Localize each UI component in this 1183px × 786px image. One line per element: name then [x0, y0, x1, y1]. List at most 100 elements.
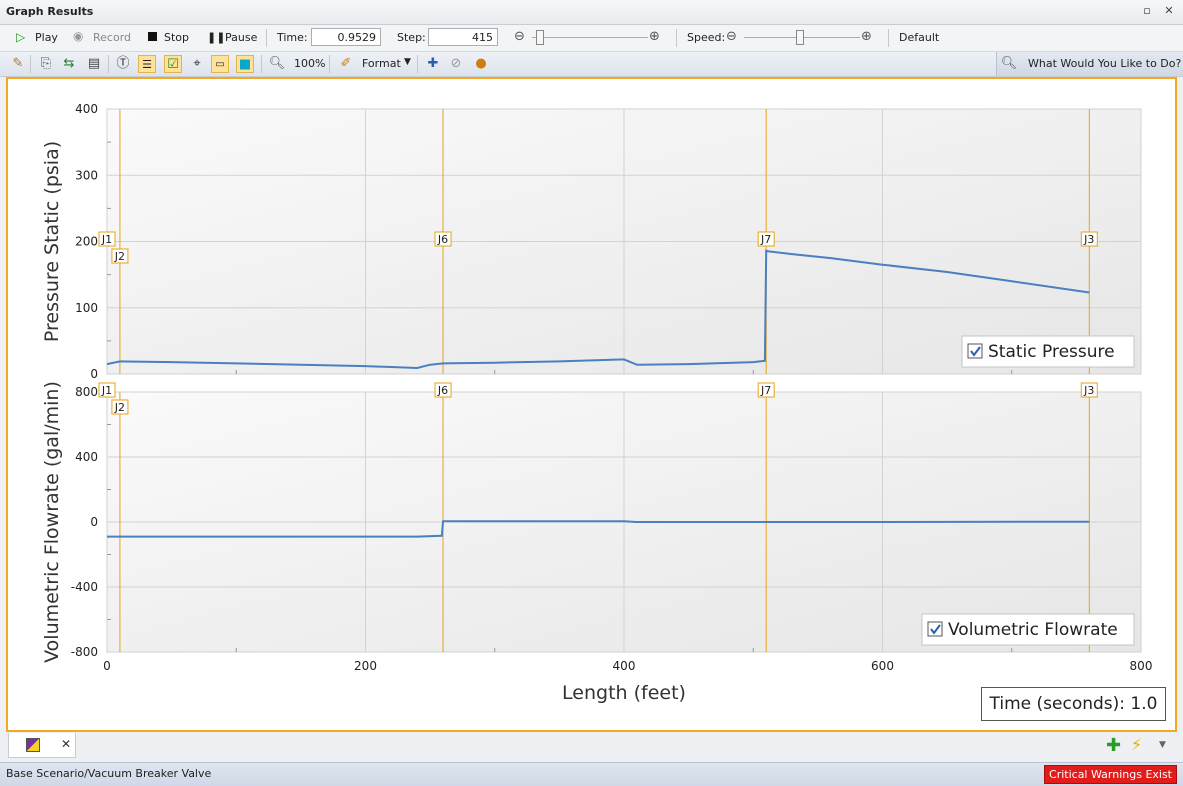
time-field[interactable]: 0.9529 — [311, 28, 381, 46]
checkbox-icon[interactable]: ☑ — [164, 55, 182, 73]
pause-button[interactable]: Pause — [225, 31, 257, 44]
separator — [108, 55, 109, 73]
add-item-icon[interactable]: ✚ — [424, 55, 442, 73]
stop-button[interactable]: Stop — [164, 31, 189, 44]
text-icon[interactable]: Ⓣ — [114, 55, 132, 73]
legend-checkbox — [927, 621, 943, 637]
separator — [676, 29, 677, 47]
separator — [266, 29, 267, 47]
x-tick-label: 800 — [1130, 659, 1153, 673]
legend-checkbox — [967, 343, 983, 359]
step-slider-track[interactable] — [532, 37, 648, 38]
y-tick-label: 0 — [90, 367, 98, 381]
y-tick-label: 400 — [75, 450, 98, 464]
time-readout: Time (seconds): 1.0 — [981, 687, 1166, 721]
fill-icon[interactable]: ■ — [236, 55, 254, 73]
separator — [417, 55, 418, 73]
speed-default-button[interactable]: Default — [899, 31, 939, 44]
step-plus-icon[interactable]: ⊕ — [649, 29, 660, 44]
x-axis-label: Length (feet) — [562, 682, 686, 704]
junction-marker-label: J3 — [1083, 233, 1094, 246]
table-icon[interactable]: ▤ — [85, 55, 103, 73]
separator — [30, 55, 31, 73]
separator — [261, 55, 262, 73]
y-tick-label: 200 — [75, 235, 98, 249]
zoom-level[interactable]: 100% — [294, 57, 325, 70]
y-tick-label: 100 — [75, 301, 98, 315]
ruler-icon[interactable]: ▭ — [211, 55, 229, 73]
pause-icon[interactable]: ❚❚ — [207, 31, 225, 44]
y-axis-label: Volumetric Flowrate (gal/min) — [41, 381, 63, 663]
junction-marker-label: J2 — [114, 401, 125, 414]
graph-tab-icon — [26, 738, 40, 752]
warning-icon[interactable]: ● — [472, 55, 490, 73]
crosshair-icon[interactable]: ⌖ — [188, 55, 206, 73]
remove-item-icon: ⊘ — [450, 56, 462, 71]
junction-marker-label: J6 — [437, 233, 448, 246]
y-tick-label: 300 — [75, 168, 98, 182]
y-tick-label: 800 — [75, 385, 98, 399]
title-bar: Graph Results ▫ ✕ — [0, 0, 1183, 25]
junction-marker-label: J1 — [101, 384, 112, 397]
y-tick-label: -800 — [71, 645, 98, 659]
junction-marker-label: J7 — [760, 233, 771, 246]
separator — [888, 29, 889, 47]
edit-graph-icon[interactable]: ✎ — [9, 55, 27, 73]
legend-label: Static Pressure — [988, 342, 1115, 362]
add-tab-icon[interactable]: ✚ — [1106, 735, 1121, 756]
help-search-icon: 🔍︎ — [1000, 56, 1018, 71]
step-field[interactable]: 415 — [428, 28, 498, 46]
step-label: Step: — [397, 31, 426, 44]
y-axis-label: Pressure Static (psia) — [41, 141, 63, 342]
junction-marker-label: J7 — [760, 384, 771, 397]
lightning-icon[interactable]: ⚡ — [1131, 735, 1142, 754]
junction-marker-label: J6 — [437, 384, 448, 397]
speed-minus-icon[interactable]: ⊖ — [726, 29, 737, 44]
graph-area: 0 100 200 300 400 J1 J2 J6 J7 J3 Pressure Static (… — [6, 77, 1177, 732]
close-icon[interactable]: ✕ — [1162, 4, 1176, 18]
record-icon: ◉ — [73, 29, 84, 43]
y-tick-label: -400 — [71, 580, 98, 594]
graph-tab[interactable]: ✕ — [8, 733, 76, 758]
warning-badge[interactable]: Critical Warnings Exist — [1044, 765, 1177, 784]
junction-marker-label: J3 — [1083, 384, 1094, 397]
legend-icon[interactable]: ☰ — [138, 55, 156, 73]
help-panel[interactable]: 🔍︎ What Would You Like to Do? — [996, 52, 1183, 76]
y-tick-label: 400 — [75, 102, 98, 116]
chevron-down-icon[interactable]: ▼ — [404, 57, 411, 67]
step-slider-thumb[interactable] — [536, 30, 544, 45]
format-button[interactable]: Format — [362, 57, 401, 70]
playback-toolbar: ▷ Play ◉ Record Stop ❚❚ Pause Time: 0.95… — [0, 25, 1183, 52]
record-button: Record — [93, 31, 132, 44]
export-icon[interactable]: ⇆ — [60, 55, 78, 73]
graph-toolbar: ✎ ⎘ ⇆ ▤ Ⓣ ☰ ☑ ⌖ ▭ ■ 🔍︎ 100% ✐ Format ▼ ✚… — [0, 52, 1183, 77]
play-icon[interactable]: ▷ — [16, 30, 25, 44]
stop-icon[interactable] — [148, 32, 157, 41]
chevron-down-icon[interactable]: ▼ — [1159, 740, 1166, 750]
graph-svg: 0100200300400J1J2J6 J7 J3Pressure Static (… — [41, 102, 1153, 704]
y-tick-label: 0 — [90, 515, 98, 529]
x-tick-label: 600 — [871, 659, 894, 673]
legend-label: Volumetric Flowrate — [948, 620, 1118, 640]
separator — [329, 55, 330, 73]
scenario-path: Base Scenario/Vacuum Breaker Valve — [6, 767, 212, 780]
zoom-icon[interactable]: 🔍︎ — [268, 55, 286, 73]
speed-slider-thumb[interactable] — [796, 30, 804, 45]
status-bar: Base Scenario/Vacuum Breaker Valve Criti… — [0, 762, 1183, 786]
time-label: Time: — [277, 31, 308, 44]
format-icon[interactable]: ✐ — [337, 55, 355, 73]
copy-icon[interactable]: ⎘ — [37, 55, 55, 73]
play-button[interactable]: Play — [35, 31, 58, 44]
tab-close-icon[interactable]: ✕ — [61, 737, 71, 751]
restore-icon[interactable]: ▫ — [1140, 4, 1154, 18]
x-tick-label: 400 — [613, 659, 636, 673]
help-text[interactable]: What Would You Like to Do? — [1028, 57, 1181, 70]
x-tick-label: 200 — [354, 659, 377, 673]
junction-marker-label: J1 — [101, 233, 112, 246]
step-minus-icon[interactable]: ⊖ — [514, 29, 525, 44]
x-tick-label: 0 — [103, 659, 111, 673]
speed-label: Speed: — [687, 31, 726, 44]
speed-plus-icon[interactable]: ⊕ — [861, 29, 872, 44]
window-title: Graph Results — [6, 5, 94, 18]
junction-marker-label: J2 — [114, 250, 125, 263]
